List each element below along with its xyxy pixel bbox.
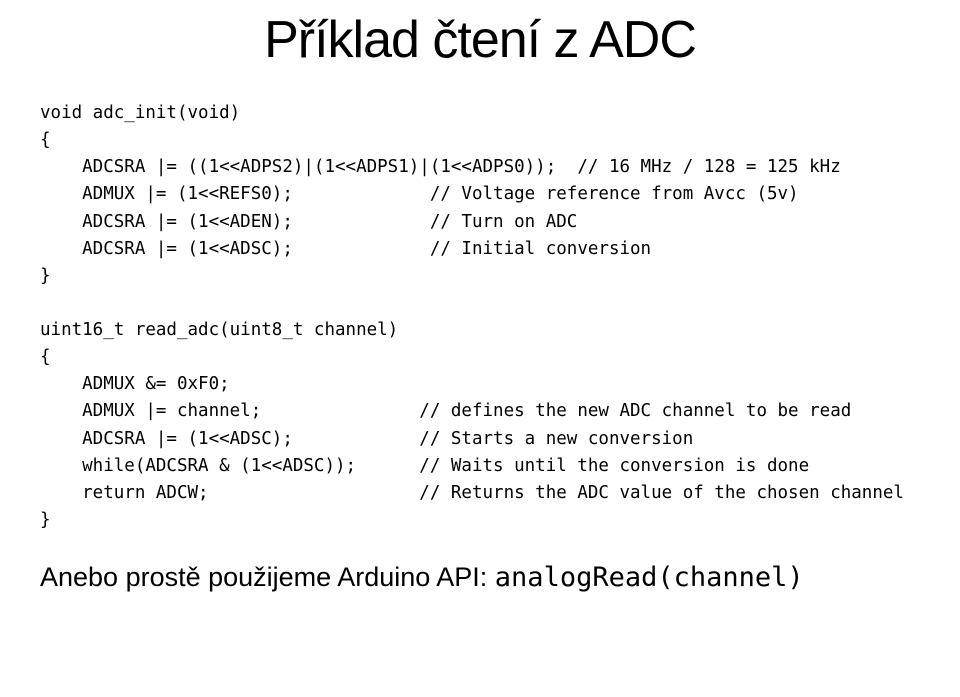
code-line: while(ADCSRA & (1<<ADSC)); // Waits unti…: [40, 456, 809, 476]
code-line: ADMUX &= 0xF0;: [40, 374, 230, 394]
code-line: return ADCW; // Returns the ADC value of…: [40, 483, 904, 503]
code-line: ADCSRA |= ((1<<ADPS2)|(1<<ADPS1)|(1<<ADP…: [40, 157, 841, 177]
footer-text: Anebo prostě použijeme Arduino API: anal…: [40, 562, 920, 593]
code-line: }: [40, 266, 51, 286]
code-line: {: [40, 347, 51, 367]
code-block: void adc_init(void) { ADCSRA |= ((1<<ADP…: [40, 100, 920, 534]
slide-content: Příklad čtení z ADC void adc_init(void) …: [0, 0, 960, 697]
footer-prefix: Anebo prostě použijeme Arduino API:: [40, 562, 495, 592]
footer-code: analogRead(channel): [495, 562, 804, 593]
code-line: }: [40, 510, 51, 530]
code-line: ADCSRA |= (1<<ADSC); // Starts a new con…: [40, 429, 693, 449]
code-line: ADCSRA |= (1<<ADEN); // Turn on ADC: [40, 212, 577, 232]
code-line: {: [40, 130, 51, 150]
code-line: void adc_init(void): [40, 103, 240, 123]
code-line: ADMUX |= (1<<REFS0); // Voltage referenc…: [40, 184, 799, 204]
slide-title: Příklad čtení z ADC: [40, 10, 920, 70]
code-line: ADMUX |= channel; // defines the new ADC…: [40, 401, 851, 421]
code-line: uint16_t read_adc(uint8_t channel): [40, 320, 398, 340]
code-line: ADCSRA |= (1<<ADSC); // Initial conversi…: [40, 239, 651, 259]
